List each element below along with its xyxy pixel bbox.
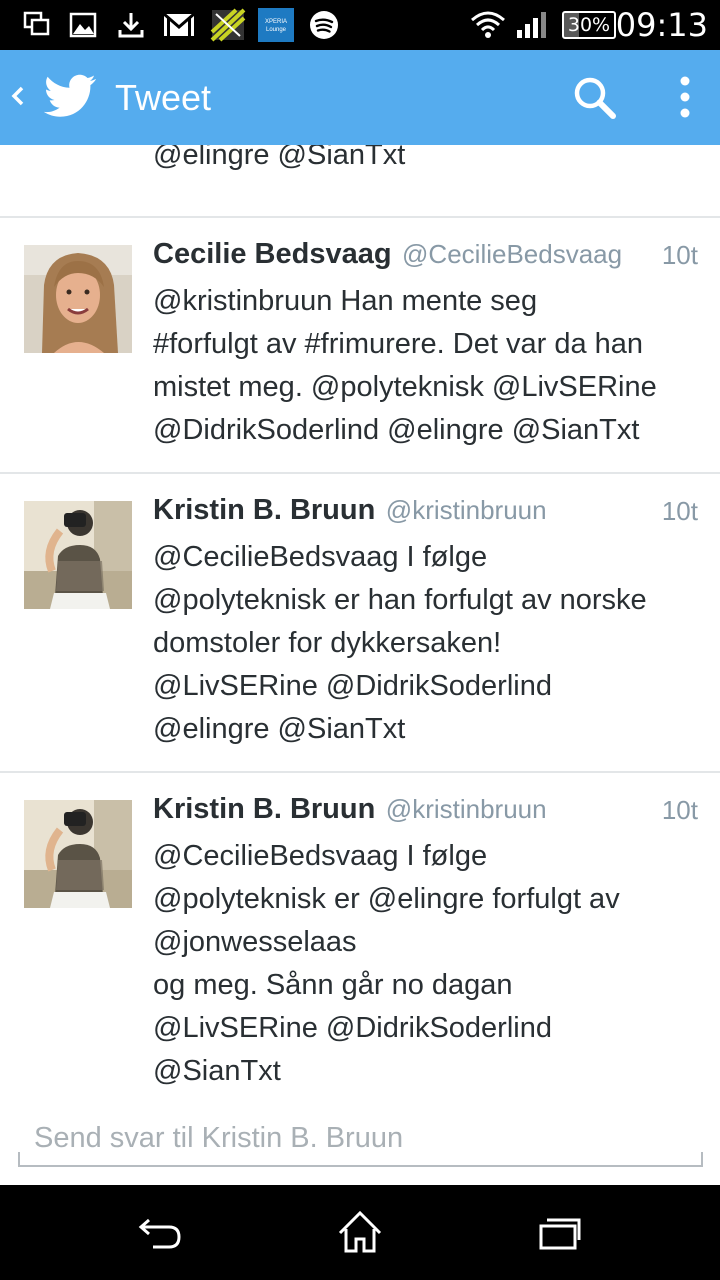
xperia-lounge-icon: XPERIA Lounge: [258, 8, 294, 42]
tweet-author-handle[interactable]: @CecilieBedsvaag: [402, 239, 622, 269]
avatar[interactable]: [24, 245, 132, 353]
back-icon[interactable]: [130, 1207, 190, 1257]
tweet-timestamp: 10t: [661, 795, 698, 825]
tweet-text: @elingre @SianTxt: [153, 145, 713, 177]
tweet-item[interactable]: Cecilie Bedsvaag @CecilieBedsvaag 10t @k…: [0, 218, 720, 474]
tweet-text-line: @DidrikSoderlind @elingre @SianTxt: [153, 414, 640, 446]
avatar[interactable]: [24, 800, 132, 908]
gallery-icon: [68, 10, 98, 40]
tweet-text-line: @jonwesselaas: [153, 926, 357, 958]
status-bar: XPERIA Lounge 30% 09:13: [0, 0, 720, 50]
reply-input[interactable]: [18, 1112, 703, 1167]
tweet-text-line: @SianTxt: [153, 1055, 281, 1087]
tweet-text: @CecilieBedsvaag I følge @polyteknisk er…: [153, 835, 713, 1090]
tweet-text-line: @elingre @SianTxt: [153, 713, 406, 745]
tweet-author-handle[interactable]: @kristinbruun: [386, 794, 547, 824]
screenshot-icon: [22, 10, 52, 40]
tweet-text-line: @polyteknisk er @elingre forfulgt av: [153, 883, 620, 915]
reply-bar: [0, 1090, 720, 1185]
tweet-author-name[interactable]: Kristin B. Bruun: [153, 494, 375, 526]
tweet-text: @CecilieBedsvaag I følge @polyteknisk er…: [153, 536, 713, 751]
twitter-bird-icon[interactable]: [43, 72, 96, 123]
partial-tweet[interactable]: @elingre @SianTxt: [0, 145, 720, 218]
chevron-left-icon[interactable]: [8, 78, 28, 119]
tweet-text-line: @elingre @SianTxt: [153, 145, 406, 171]
tweet-header: Cecilie Bedsvaag @CecilieBedsvaag 10t: [153, 238, 698, 278]
tweet-text-line: @CecilieBedsvaag I følge: [153, 840, 488, 872]
spotify-icon: [308, 10, 340, 40]
gmail-icon: [162, 10, 196, 40]
tweet-author-handle[interactable]: @kristinbruun: [386, 495, 547, 525]
status-time: 09:13: [615, 6, 708, 44]
tweet-text-line: #forfulgt av #frimurere. Det var da han: [153, 328, 644, 360]
navigation-bar: [0, 1185, 720, 1280]
download-icon: [116, 10, 146, 40]
more-vertical-icon[interactable]: [674, 72, 696, 127]
tweet-text-line: @CecilieBedsvaag I følge: [153, 541, 488, 573]
tweet-text-line: domstoler for dykkersaken!: [153, 627, 502, 659]
tweet-text-line: @kristinbruun Han mente seg: [153, 285, 538, 317]
tweet-text-line: mistet meg. @polyteknisk @LivSERine: [153, 371, 657, 403]
action-bar: Tweet: [0, 50, 720, 145]
avatar[interactable]: [24, 501, 132, 609]
home-icon[interactable]: [330, 1207, 390, 1257]
tweet-text-line: og meg. Sånn går no dagan: [153, 969, 513, 1001]
tweet-text-line: @LivSERine @DidrikSoderlind: [153, 670, 552, 702]
app-icon: [210, 8, 246, 42]
battery-percent: 30%: [567, 14, 611, 36]
search-icon[interactable]: [572, 75, 618, 126]
tweet-feed[interactable]: @elingre @SianTxt Cecilie Bedsvaag @Ceci…: [0, 145, 720, 1090]
battery-icon: 30%: [562, 11, 616, 39]
tweet-author-name[interactable]: Cecilie Bedsvaag: [153, 238, 392, 270]
tweet-author-name[interactable]: Kristin B. Bruun: [153, 793, 375, 825]
page-title: Tweet: [115, 77, 212, 118]
tweet-timestamp: 10t: [661, 240, 698, 270]
tweet-text-line: @polyteknisk er han forfulgt av norske: [153, 584, 647, 616]
signal-icon: [514, 10, 550, 40]
tweet-timestamp: 10t: [661, 496, 698, 526]
tweet-header: Kristin B. Bruun @kristinbruun 10t: [153, 793, 698, 833]
tweet-text-line: @LivSERine @DidrikSoderlind: [153, 1012, 552, 1044]
recent-apps-icon[interactable]: [530, 1207, 590, 1257]
tweet-text: @kristinbruun Han mente seg #forfulgt av…: [153, 280, 713, 452]
tweet-item[interactable]: Kristin B. Bruun @kristinbruun 10t @Ceci…: [0, 474, 720, 773]
tweet-item[interactable]: Kristin B. Bruun @kristinbruun 10t @Ceci…: [0, 773, 720, 1090]
tweet-header: Kristin B. Bruun @kristinbruun 10t: [153, 494, 698, 534]
wifi-icon: [470, 10, 506, 40]
